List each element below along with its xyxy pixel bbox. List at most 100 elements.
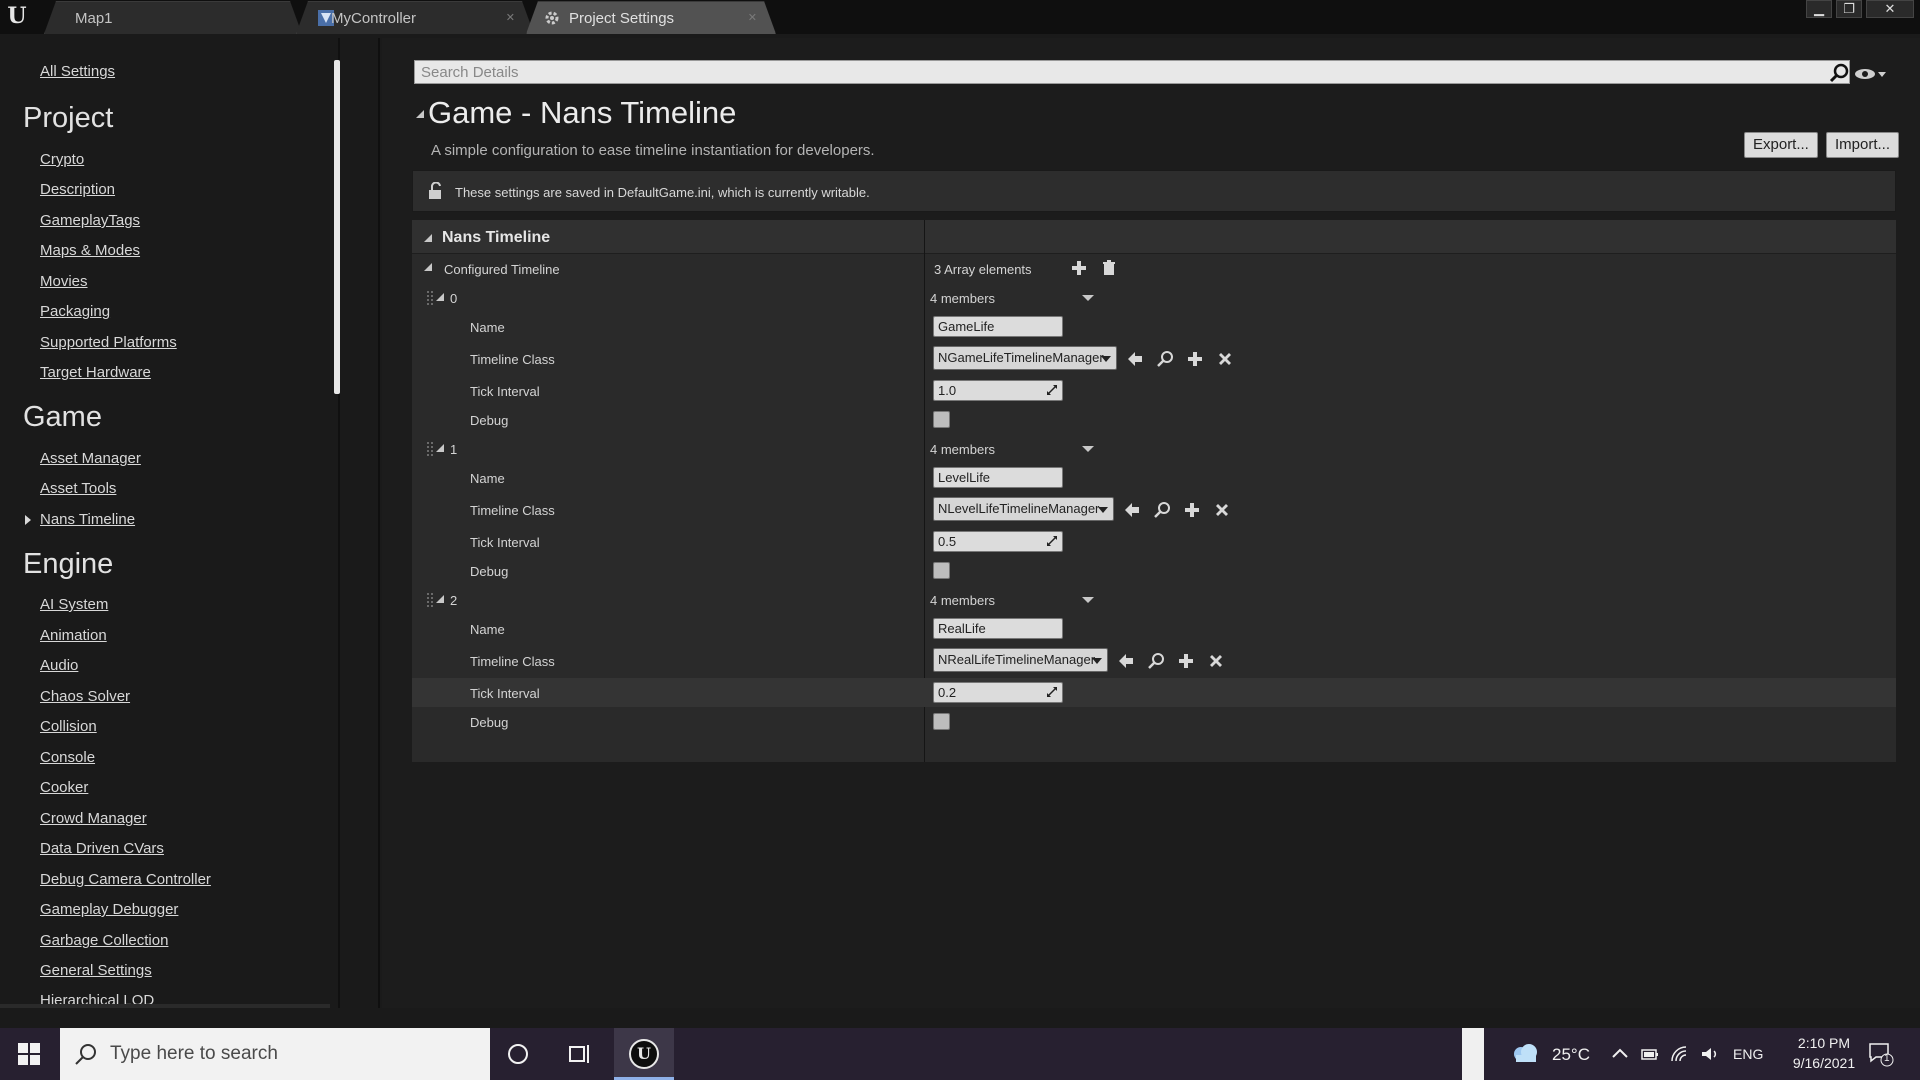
clock[interactable]: 2:10 PM 9/16/2021 (1778, 1033, 1870, 1073)
input-language[interactable]: ENG (1733, 1046, 1763, 1062)
nav-item-asset-tools[interactable]: Asset Tools (40, 480, 116, 497)
use-selected-arrow-icon[interactable] (1117, 652, 1135, 670)
add-icon[interactable] (1070, 259, 1088, 277)
nav-item-maps-modes[interactable]: Maps & Modes (40, 242, 140, 259)
notification-center[interactable]: 1 (1868, 1041, 1894, 1067)
close-icon[interactable]: ✕ (506, 11, 515, 24)
collapse-arrow-icon[interactable] (436, 444, 444, 452)
use-selected-arrow-icon[interactable] (1126, 350, 1144, 368)
add-icon[interactable] (1177, 652, 1195, 670)
collapse-arrow-icon[interactable] (424, 234, 432, 242)
drag-handle-icon[interactable] (427, 593, 433, 607)
browse-search-icon[interactable] (1153, 501, 1171, 519)
name-field[interactable]: LevelLife (933, 467, 1063, 488)
close-button[interactable]: ✕ (1866, 0, 1914, 18)
close-icon[interactable]: ✕ (748, 11, 757, 24)
nav-item-crypto[interactable]: Crypto (40, 151, 84, 168)
nav-item-data-driven-cvars[interactable]: Data Driven CVars (40, 840, 164, 857)
scrollbar-thumb[interactable] (334, 60, 340, 394)
horizontal-scrollbar[interactable] (0, 1004, 330, 1008)
nav-item-animation[interactable]: Animation (40, 627, 107, 644)
nav-item-ai-system[interactable]: AI System (40, 596, 108, 613)
trash-icon[interactable] (1100, 259, 1118, 277)
timeline-class-dropdown[interactable]: NLevelLifeTimelineManager (933, 497, 1114, 521)
export-button[interactable]: Export... (1744, 132, 1818, 158)
debug-checkbox[interactable] (933, 562, 950, 579)
nav-item-packaging[interactable]: Packaging (40, 303, 110, 320)
name-field[interactable]: GameLife (933, 316, 1063, 337)
search-input[interactable] (415, 61, 1849, 83)
nav-item-debug-camera-controller[interactable]: Debug Camera Controller (40, 871, 211, 888)
nav-item-audio[interactable]: Audio (40, 657, 78, 674)
spin-arrows-icon[interactable] (1046, 384, 1058, 396)
wifi-icon[interactable] (1670, 1045, 1690, 1063)
temperature[interactable]: 25°C (1552, 1045, 1590, 1065)
chevron-up-icon[interactable] (1610, 1045, 1630, 1063)
tick-interval-field[interactable]: 1.0 (933, 380, 1063, 401)
search-box[interactable] (414, 60, 1850, 84)
volume-icon[interactable] (1700, 1045, 1720, 1063)
spin-arrows-icon[interactable] (1046, 535, 1058, 547)
drag-handle-icon[interactable] (427, 442, 433, 456)
clear-icon[interactable] (1207, 652, 1225, 670)
nav-all-settings[interactable]: All Settings (40, 63, 115, 80)
clear-icon[interactable] (1213, 501, 1231, 519)
cortana-icon[interactable] (508, 1044, 528, 1064)
nav-item-asset-manager[interactable]: Asset Manager (40, 450, 141, 467)
use-selected-arrow-icon[interactable] (1123, 501, 1141, 519)
nav-item-target-hardware[interactable]: Target Hardware (40, 364, 151, 381)
eye-icon[interactable] (1854, 66, 1888, 82)
nav-item-garbage-collection[interactable]: Garbage Collection (40, 932, 168, 949)
title-bar: U Map1 MyController ✕ Project Settings ✕… (0, 0, 1920, 34)
add-icon[interactable] (1186, 350, 1204, 368)
nav-item-gameplaytags[interactable]: GameplayTags (40, 212, 140, 229)
nav-item-movies[interactable]: Movies (40, 273, 88, 290)
nav-item-console[interactable]: Console (40, 749, 95, 766)
nav-item-collision[interactable]: Collision (40, 718, 97, 735)
nav-item-chaos-solver[interactable]: Chaos Solver (40, 688, 130, 705)
taskbar-search[interactable]: Type here to search (60, 1028, 490, 1080)
tick-interval-field[interactable]: 0.5 (933, 531, 1063, 552)
drag-handle-icon[interactable] (427, 291, 433, 305)
task-view-icon[interactable] (568, 1042, 592, 1066)
tab-project-settings[interactable]: Project Settings ✕ (526, 1, 776, 34)
add-icon[interactable] (1183, 501, 1201, 519)
collapse-arrow-icon[interactable] (416, 110, 424, 118)
clear-icon[interactable] (1216, 350, 1234, 368)
taskbar-unreal-editor[interactable]: U (614, 1028, 674, 1080)
name-field[interactable]: RealLife (933, 618, 1063, 639)
tab-map1[interactable]: Map1 (44, 1, 302, 34)
nav-item-description[interactable]: Description (40, 181, 115, 198)
nav-item-nans-timeline[interactable]: Nans Timeline (40, 511, 135, 528)
timeline-class-dropdown[interactable]: NRealLifeTimelineManager (933, 648, 1108, 672)
nav-item-crowd-manager[interactable]: Crowd Manager (40, 810, 147, 827)
collapse-arrow-icon[interactable] (436, 293, 444, 301)
collapse-arrow-icon[interactable] (424, 263, 432, 271)
tab-mycontroller[interactable]: MyController ✕ (296, 1, 534, 34)
chevron-down-icon[interactable] (1082, 295, 1094, 301)
chevron-down-icon[interactable] (1082, 597, 1094, 603)
search-icon[interactable] (1828, 62, 1850, 84)
browse-search-icon[interactable] (1156, 350, 1174, 368)
weather-cloud-icon[interactable] (1510, 1042, 1540, 1064)
nav-item-general-settings[interactable]: General Settings (40, 962, 152, 979)
tick-interval-field[interactable]: 0.2 (933, 682, 1063, 703)
nav-item-cooker[interactable]: Cooker (40, 779, 88, 796)
spin-arrows-icon[interactable] (1046, 686, 1058, 698)
windows-start-icon[interactable] (18, 1043, 40, 1065)
chevron-down-icon[interactable] (1082, 446, 1094, 452)
browse-search-icon[interactable] (1147, 652, 1165, 670)
nav-item-gameplay-debugger[interactable]: Gameplay Debugger (40, 901, 178, 918)
timeline-class-dropdown[interactable]: NGameLifeTimelineManager (933, 346, 1117, 370)
import-button[interactable]: Import... (1826, 132, 1900, 158)
tray-scroll[interactable] (1462, 1028, 1484, 1080)
nav-item-supported-platforms[interactable]: Supported Platforms (40, 334, 177, 351)
minimize-button[interactable]: ▁ (1806, 0, 1832, 18)
battery-icon[interactable] (1640, 1045, 1660, 1063)
restore-button[interactable]: ❐ (1836, 0, 1862, 18)
array-element-row: 2 4 members (412, 585, 1896, 614)
collapse-arrow-icon[interactable] (436, 595, 444, 603)
category-header[interactable]: Nans Timeline (412, 220, 1896, 254)
debug-checkbox[interactable] (933, 411, 950, 428)
debug-checkbox[interactable] (933, 713, 950, 730)
